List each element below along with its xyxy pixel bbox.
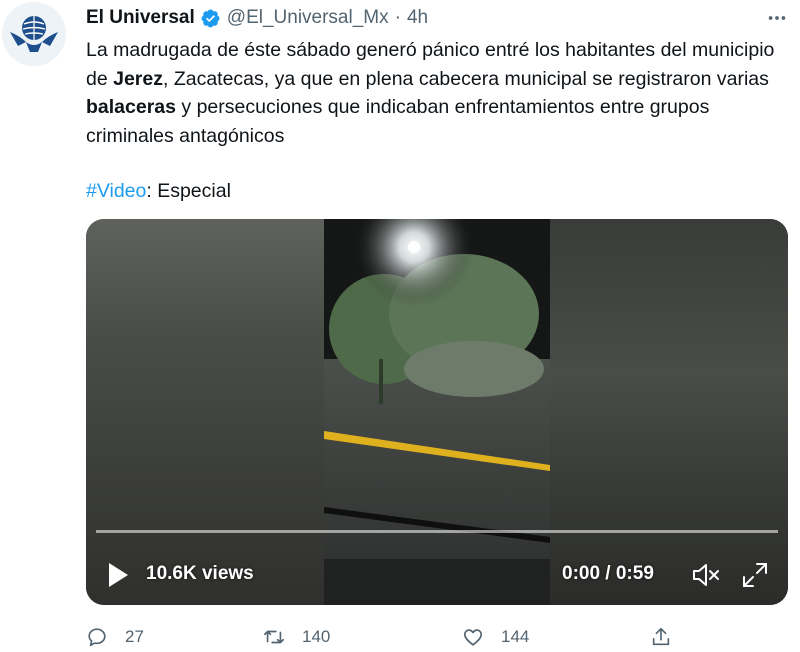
retweet-icon [264, 630, 284, 644]
action-bar: 27 140 144 [86, 624, 786, 650]
tweet-body: La madrugada de éste sábado generó pánic… [86, 36, 786, 150]
view-count: 10.6K views [146, 563, 254, 584]
like-button[interactable]: 144 [462, 624, 529, 650]
more-button[interactable] [762, 6, 792, 30]
retweet-button[interactable]: 140 [263, 624, 330, 650]
tweet-header: El Universal @El_Universal_Mx · 4h [86, 6, 428, 30]
avatar[interactable] [2, 2, 66, 66]
bold-jerez: Jerez [113, 67, 163, 90]
play-icon[interactable] [106, 561, 130, 589]
el-universal-logo-icon [2, 2, 66, 66]
video-player[interactable]: 10.6K views 0:00 / 0:59 [86, 219, 788, 605]
reply-button[interactable]: 27 [86, 624, 144, 650]
credit-text: : Especial [146, 180, 231, 203]
video-controls: 10.6K views 0:00 / 0:59 [86, 549, 788, 597]
share-button[interactable] [650, 624, 689, 650]
video-blur-right [548, 219, 788, 605]
video-blur-left [86, 219, 324, 605]
video-credit: #Video: Especial [86, 177, 786, 206]
mute-icon[interactable] [691, 561, 721, 589]
text-part: y persecuciones que indicaban enfrentami… [86, 96, 710, 147]
display-name[interactable]: El Universal [86, 7, 195, 29]
more-icon [768, 16, 786, 20]
video-frame [324, 219, 550, 605]
tweet-text: La madrugada de éste sábado generó pánic… [86, 36, 786, 206]
text-part: , Zacatecas, ya que en plena cabecera mu… [162, 67, 769, 90]
video-scene [324, 219, 550, 605]
timestamp[interactable]: 4h [407, 7, 428, 29]
reply-icon [88, 628, 106, 647]
like-count: 144 [501, 627, 530, 646]
bold-balaceras: balaceras [86, 96, 176, 119]
separator-dot: · [394, 7, 401, 28]
progress-bar[interactable] [96, 530, 778, 533]
retweet-count: 140 [302, 627, 331, 646]
share-icon [652, 627, 670, 646]
reply-count: 27 [125, 627, 144, 646]
handle[interactable]: @El_Universal_Mx [227, 7, 389, 29]
video-time: 0:00 / 0:59 [562, 563, 654, 584]
hashtag-link[interactable]: #Video [86, 180, 146, 202]
fullscreen-icon[interactable] [741, 561, 769, 589]
like-icon [463, 629, 483, 646]
verified-badge-icon [201, 9, 220, 27]
